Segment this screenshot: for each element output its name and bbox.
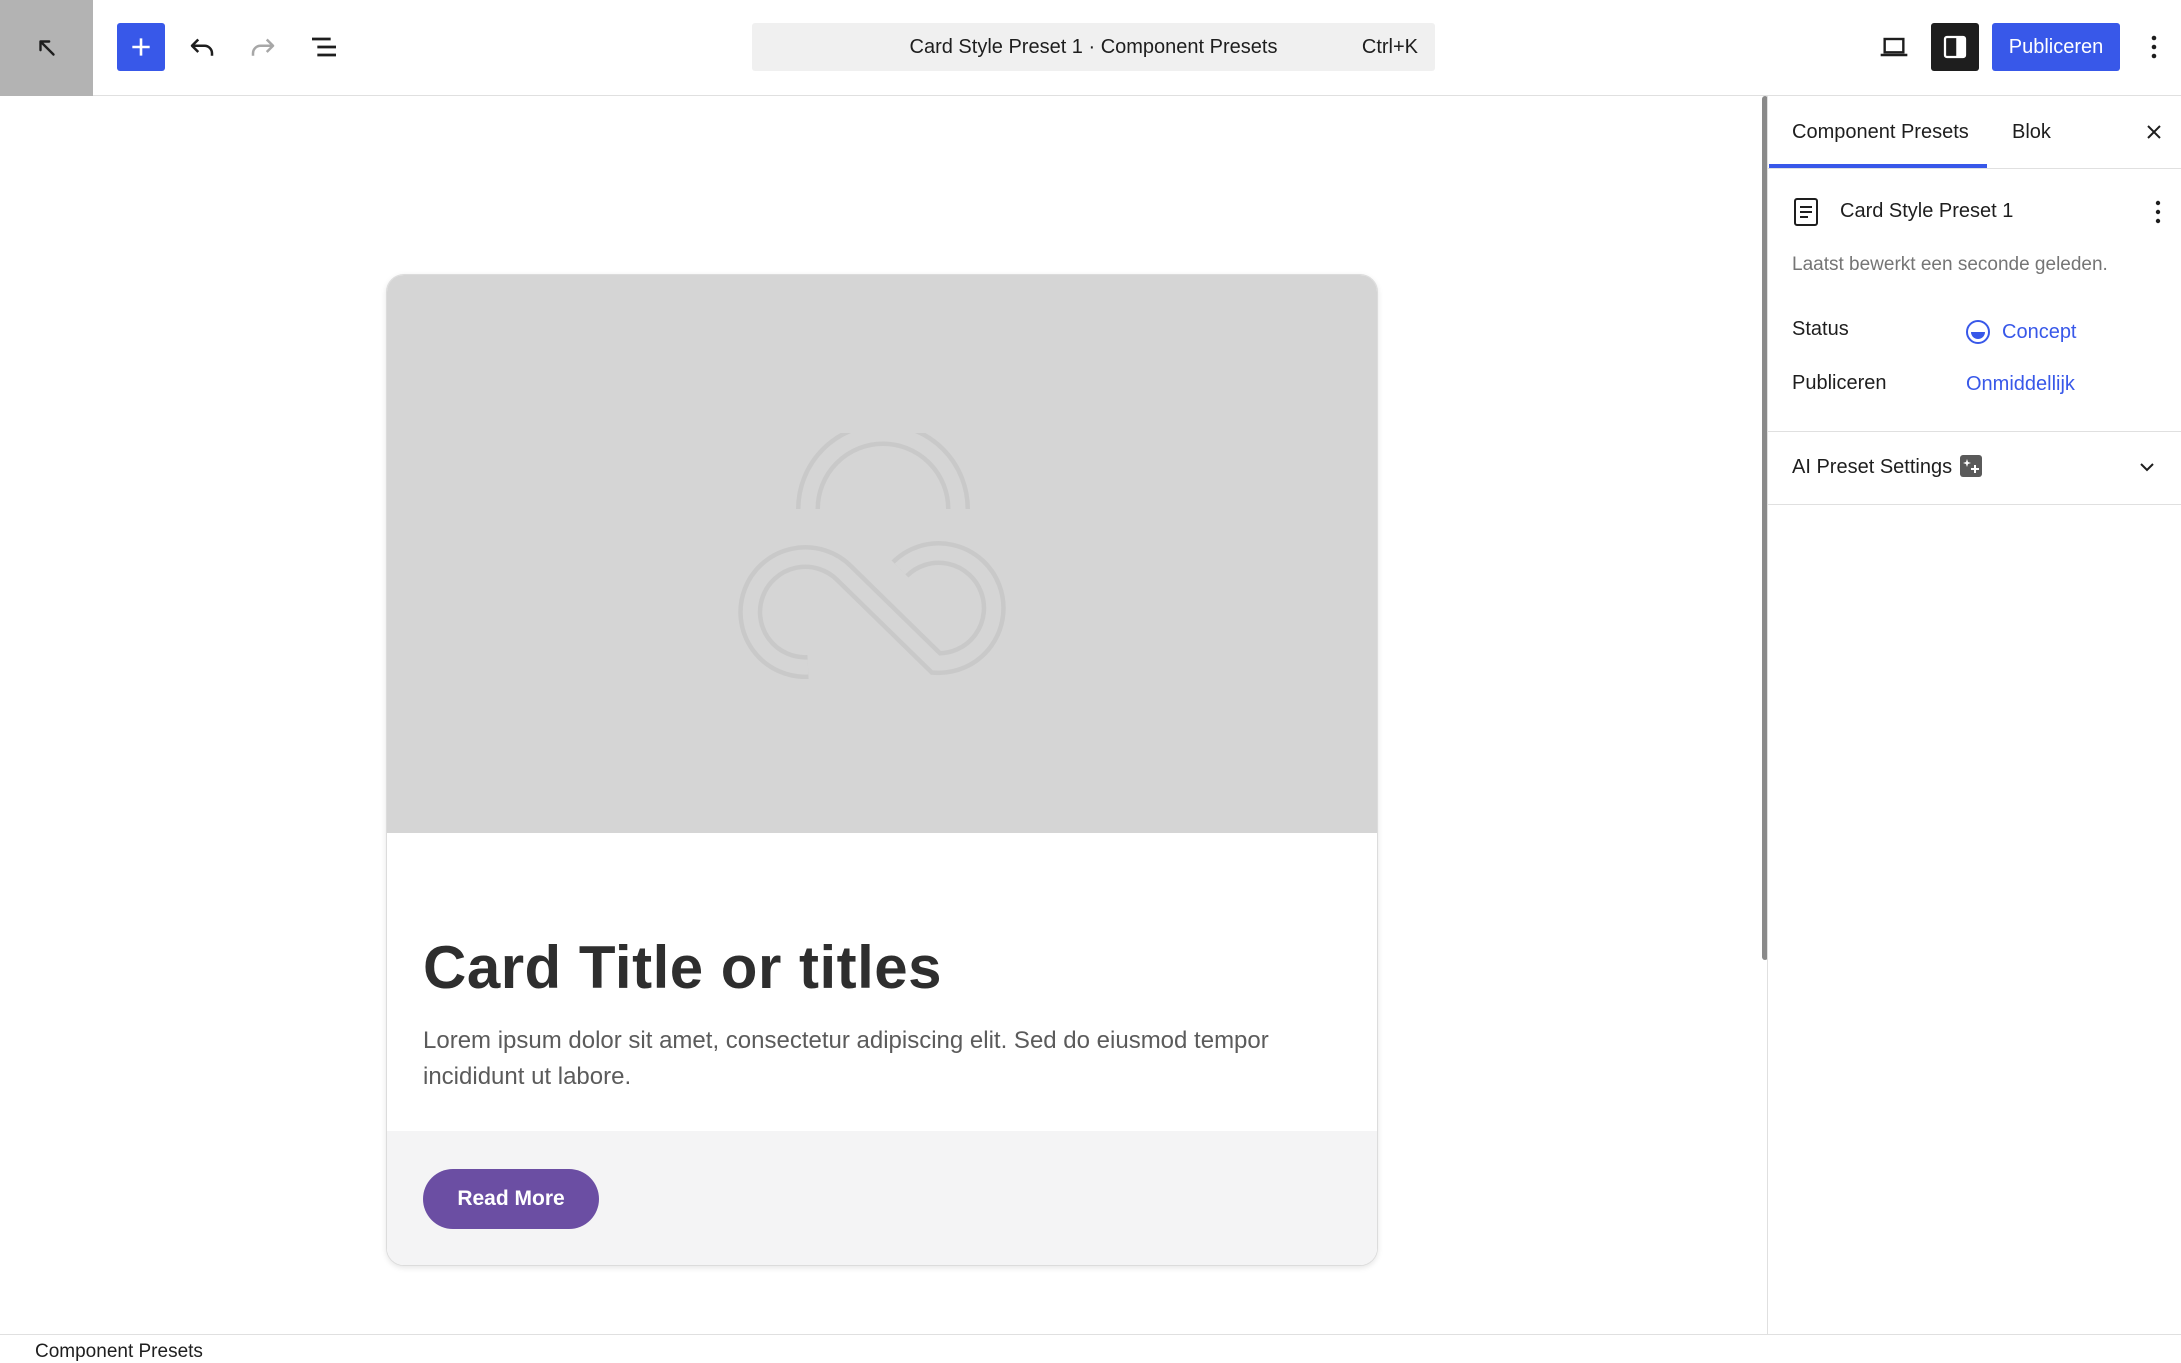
list-view-icon [312,37,336,57]
device-preview-button[interactable] [1870,23,1918,71]
document-summary: Card Style Preset 1 [1792,192,2162,232]
publish-label: Publiceren [1792,372,1887,394]
redo-button[interactable] [239,23,287,71]
chevron-down-icon [2140,463,2154,472]
document-actions-button[interactable] [2146,196,2170,228]
ai-panel-title: AI Preset Settings [1792,456,1953,478]
card-block[interactable]: Card Title or titles Lorem ipsum dolor s… [386,274,1378,1266]
card-image-placeholder[interactable] [387,275,1377,833]
undo-icon [190,38,214,56]
block-breadcrumb-bar: Component Presets [0,1334,2181,1363]
publish-date-button[interactable]: Onmiddellijk [1966,373,2075,396]
redo-icon [251,38,275,56]
document-icon [1794,198,1818,226]
sidebar-toggle-icon [1943,35,1967,59]
status-label: Status [1792,318,1849,340]
active-tab-indicator [1769,164,1987,168]
arrow-up-left-icon [38,40,55,56]
plus-icon [132,38,150,56]
status-value-button[interactable]: Concept [1964,318,2077,346]
list-view-button[interactable] [300,23,348,71]
settings-sidebar: Component Presets Blok Card Style Preset… [1767,96,2181,1334]
publish-button[interactable]: Publiceren [1992,23,2120,71]
laptop-icon [1880,37,1908,57]
draft-status-icon [1966,320,1990,344]
breadcrumb-item[interactable]: Component Presets [35,1341,203,1363]
vertical-dots-icon [2151,35,2157,59]
document-name: Card Style Preset 1 [1840,200,2014,222]
add-block-button[interactable] [117,23,165,71]
vertical-dots-icon [2155,200,2161,224]
tab-component-presets[interactable]: Component Presets [1792,96,1969,168]
document-title: Card Style Preset 1 · Component Presets [909,35,1278,58]
card-footer: Read More [387,1131,1377,1265]
read-more-button[interactable]: Read More [423,1169,599,1229]
last-edited-text: Laatst bewerkt een seconde geleden. [1792,254,2108,275]
infinity-cloud-placeholder-icon [738,433,1006,679]
ai-preset-settings-panel[interactable]: AI Preset Settings [1768,432,2181,505]
card-title[interactable]: Card Title or titles [423,933,942,1002]
tab-block[interactable]: Blok [2012,96,2051,168]
sidebar-tabs: Component Presets Blok [1768,96,2181,169]
close-sidebar-button[interactable] [2138,116,2170,148]
editor-header: Card Style Preset 1 · Component Presets … [0,0,2181,96]
undo-button[interactable] [178,23,226,71]
back-button[interactable] [0,0,93,96]
ai-sparkle-icon [1960,455,1982,477]
status-value: Concept [2002,320,2077,343]
options-menu-button[interactable] [2132,23,2176,71]
card-description[interactable]: Lorem ipsum dolor sit amet, consectetur … [423,1023,1323,1095]
settings-sidebar-toggle[interactable] [1931,23,1979,71]
shortcut-hint: Ctrl+K [1361,35,1418,58]
command-palette-bar[interactable]: Card Style Preset 1 · Component Presets … [752,23,1435,71]
close-icon [2147,125,2161,139]
